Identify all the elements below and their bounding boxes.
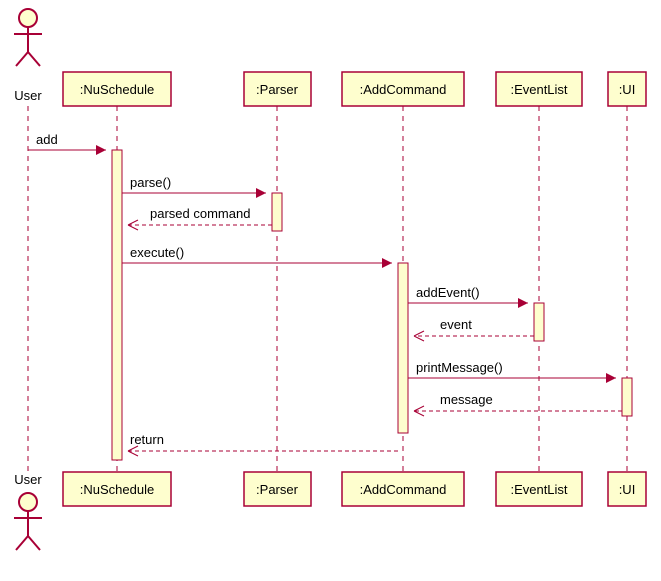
- msg-label: parse(): [130, 175, 171, 190]
- msg-label: add: [36, 132, 58, 147]
- participant-eventlist-top: :EventList: [496, 72, 582, 106]
- activation-nuschedule: [112, 150, 122, 460]
- msg-label: execute(): [130, 245, 184, 260]
- participant-addcommand-bottom: :AddCommand: [342, 472, 464, 506]
- activation-ui: [622, 378, 632, 416]
- msg-label: event: [440, 317, 472, 332]
- msg-label: parsed command: [150, 206, 250, 221]
- actor-label-bottom: User: [14, 472, 42, 487]
- participant-parser-bottom: :Parser: [244, 472, 311, 506]
- participant-label: :NuSchedule: [80, 82, 154, 97]
- msg-printmessage: printMessage(): [408, 360, 616, 383]
- msg-return: return: [128, 432, 398, 456]
- msg-label: return: [130, 432, 164, 447]
- participant-eventlist-bottom: :EventList: [496, 472, 582, 506]
- participant-label: :AddCommand: [360, 82, 447, 97]
- participant-label: :NuSchedule: [80, 482, 154, 497]
- participant-label: :Parser: [256, 82, 299, 97]
- participant-label: :UI: [619, 82, 636, 97]
- participant-parser-top: :Parser: [244, 72, 311, 106]
- msg-label: printMessage(): [416, 360, 503, 375]
- actor-user-top: User: [14, 9, 42, 103]
- participant-label: :EventList: [510, 482, 567, 497]
- participant-label: :Parser: [256, 482, 299, 497]
- participant-nuschedule-top: :NuSchedule: [63, 72, 171, 106]
- participant-label: :EventList: [510, 82, 567, 97]
- participant-addcommand-top: :AddCommand: [342, 72, 464, 106]
- msg-execute: execute(): [122, 245, 392, 268]
- msg-parse: parse(): [122, 175, 266, 198]
- msg-add: add: [28, 132, 106, 155]
- participant-ui-top: :UI: [608, 72, 646, 106]
- activation-eventlist: [534, 303, 544, 341]
- participant-nuschedule-bottom: :NuSchedule: [63, 472, 171, 506]
- participant-label: :AddCommand: [360, 482, 447, 497]
- msg-message: message: [414, 392, 622, 416]
- msg-parsed-command: parsed command: [128, 206, 272, 230]
- actor-label-top: User: [14, 88, 42, 103]
- actor-user-bottom: User: [14, 472, 42, 550]
- activation-parser: [272, 193, 282, 231]
- activation-addcommand: [398, 263, 408, 433]
- participant-label: :UI: [619, 482, 636, 497]
- sequence-diagram: User :NuSchedule :Parser :AddCommand :Ev…: [0, 0, 661, 581]
- msg-label: message: [440, 392, 493, 407]
- participant-ui-bottom: :UI: [608, 472, 646, 506]
- msg-addevent: addEvent(): [408, 285, 528, 308]
- msg-event: event: [414, 317, 534, 341]
- msg-label: addEvent(): [416, 285, 480, 300]
